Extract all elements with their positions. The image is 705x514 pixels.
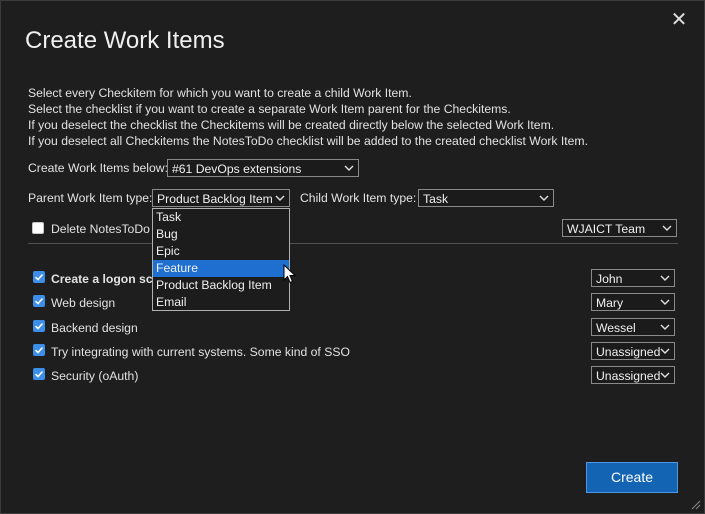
- chevron-down-icon: [660, 372, 670, 378]
- resize-grip-icon[interactable]: [689, 498, 701, 510]
- team-select[interactable]: WJAICT Team: [562, 219, 677, 237]
- instruction-line: If you deselect all Checkitems the Notes…: [28, 134, 588, 148]
- child-type-value: Task: [423, 192, 449, 206]
- dialog-title: Create Work Items: [25, 27, 225, 54]
- parent-type-dropdown-list: Task Bug Epic Feature Product Backlog It…: [152, 208, 290, 311]
- chevron-down-icon: [344, 165, 354, 171]
- dropdown-option-bug[interactable]: Bug: [153, 226, 289, 243]
- parent-type-select[interactable]: Product Backlog Item: [152, 189, 290, 207]
- chevron-down-icon: [662, 225, 672, 231]
- dropdown-option-epic[interactable]: Epic: [153, 243, 289, 260]
- checkitem-label: Backend design: [51, 321, 138, 335]
- dropdown-option-feature[interactable]: Feature: [153, 260, 289, 277]
- chevron-down-icon: [275, 195, 285, 201]
- checkitem-checkbox[interactable]: [33, 271, 45, 283]
- checkitem-label: Security (oAuth): [51, 369, 139, 383]
- assignee-value: Unassigned: [596, 345, 661, 359]
- assignee-select[interactable]: Unassigned: [591, 342, 675, 360]
- checkitem-checkbox[interactable]: [33, 320, 45, 332]
- checkmark-icon: [34, 322, 44, 330]
- delete-notestodo-label: Delete NotesToDo c: [51, 222, 160, 236]
- dropdown-option-product-backlog-item[interactable]: Product Backlog Item: [153, 277, 289, 294]
- parent-type-label: Parent Work Item type:: [28, 191, 153, 205]
- parent-type-value: Product Backlog Item: [157, 192, 273, 206]
- child-type-label: Child Work Item type:: [300, 191, 417, 205]
- instruction-line: Select the checklist if you want to crea…: [28, 102, 511, 116]
- assignee-select[interactable]: John: [591, 269, 675, 287]
- checkmark-icon: [34, 297, 44, 305]
- create-below-select[interactable]: #61 DevOps extensions: [167, 159, 359, 177]
- dropdown-option-email[interactable]: Email: [153, 294, 289, 311]
- chevron-down-icon: [539, 195, 549, 201]
- checkitem-label: Web design: [51, 296, 116, 310]
- create-below-value: #61 DevOps extensions: [172, 162, 302, 176]
- checkmark-icon: [34, 273, 44, 281]
- checkmark-icon: [34, 346, 44, 354]
- chevron-down-icon: [660, 299, 670, 305]
- mouse-cursor-icon: [283, 264, 297, 284]
- assignee-select[interactable]: Wessel: [591, 318, 675, 336]
- instruction-line: If you deselect the checklist the Checki…: [28, 118, 555, 132]
- child-type-select[interactable]: Task: [418, 189, 554, 207]
- chevron-down-icon: [660, 348, 670, 354]
- assignee-value: Mary: [596, 296, 624, 310]
- create-work-items-dialog: ✕ Create Work Items Select every Checkit…: [0, 0, 705, 514]
- create-button[interactable]: Create: [586, 462, 678, 493]
- assignee-select[interactable]: Mary: [591, 293, 675, 311]
- instruction-line: Select every Checkitem for which you wan…: [28, 86, 412, 100]
- checkmark-icon: [34, 370, 44, 378]
- create-below-label: Create Work Items below:: [28, 161, 168, 175]
- checkitem-checkbox[interactable]: [33, 368, 45, 380]
- checkitem-label: Create a logon scr: [51, 272, 158, 286]
- team-value: WJAICT Team: [567, 222, 646, 236]
- divider: [28, 243, 678, 244]
- assignee-value: Wessel: [596, 321, 636, 335]
- chevron-down-icon: [660, 324, 670, 330]
- checkitem-label: Try integrating with current systems. So…: [51, 345, 350, 359]
- checkitem-checkbox[interactable]: [33, 344, 45, 356]
- assignee-value: John: [596, 272, 623, 286]
- assignee-select[interactable]: Unassigned: [591, 366, 675, 384]
- instructions: Select every Checkitem for which you wan…: [28, 85, 588, 149]
- dropdown-option-task[interactable]: Task: [153, 209, 289, 226]
- close-icon[interactable]: ✕: [668, 9, 690, 31]
- checkitem-checkbox[interactable]: [33, 295, 45, 307]
- delete-notestodo-checkbox[interactable]: [32, 222, 44, 234]
- assignee-value: Unassigned: [596, 369, 661, 383]
- chevron-down-icon: [660, 275, 670, 281]
